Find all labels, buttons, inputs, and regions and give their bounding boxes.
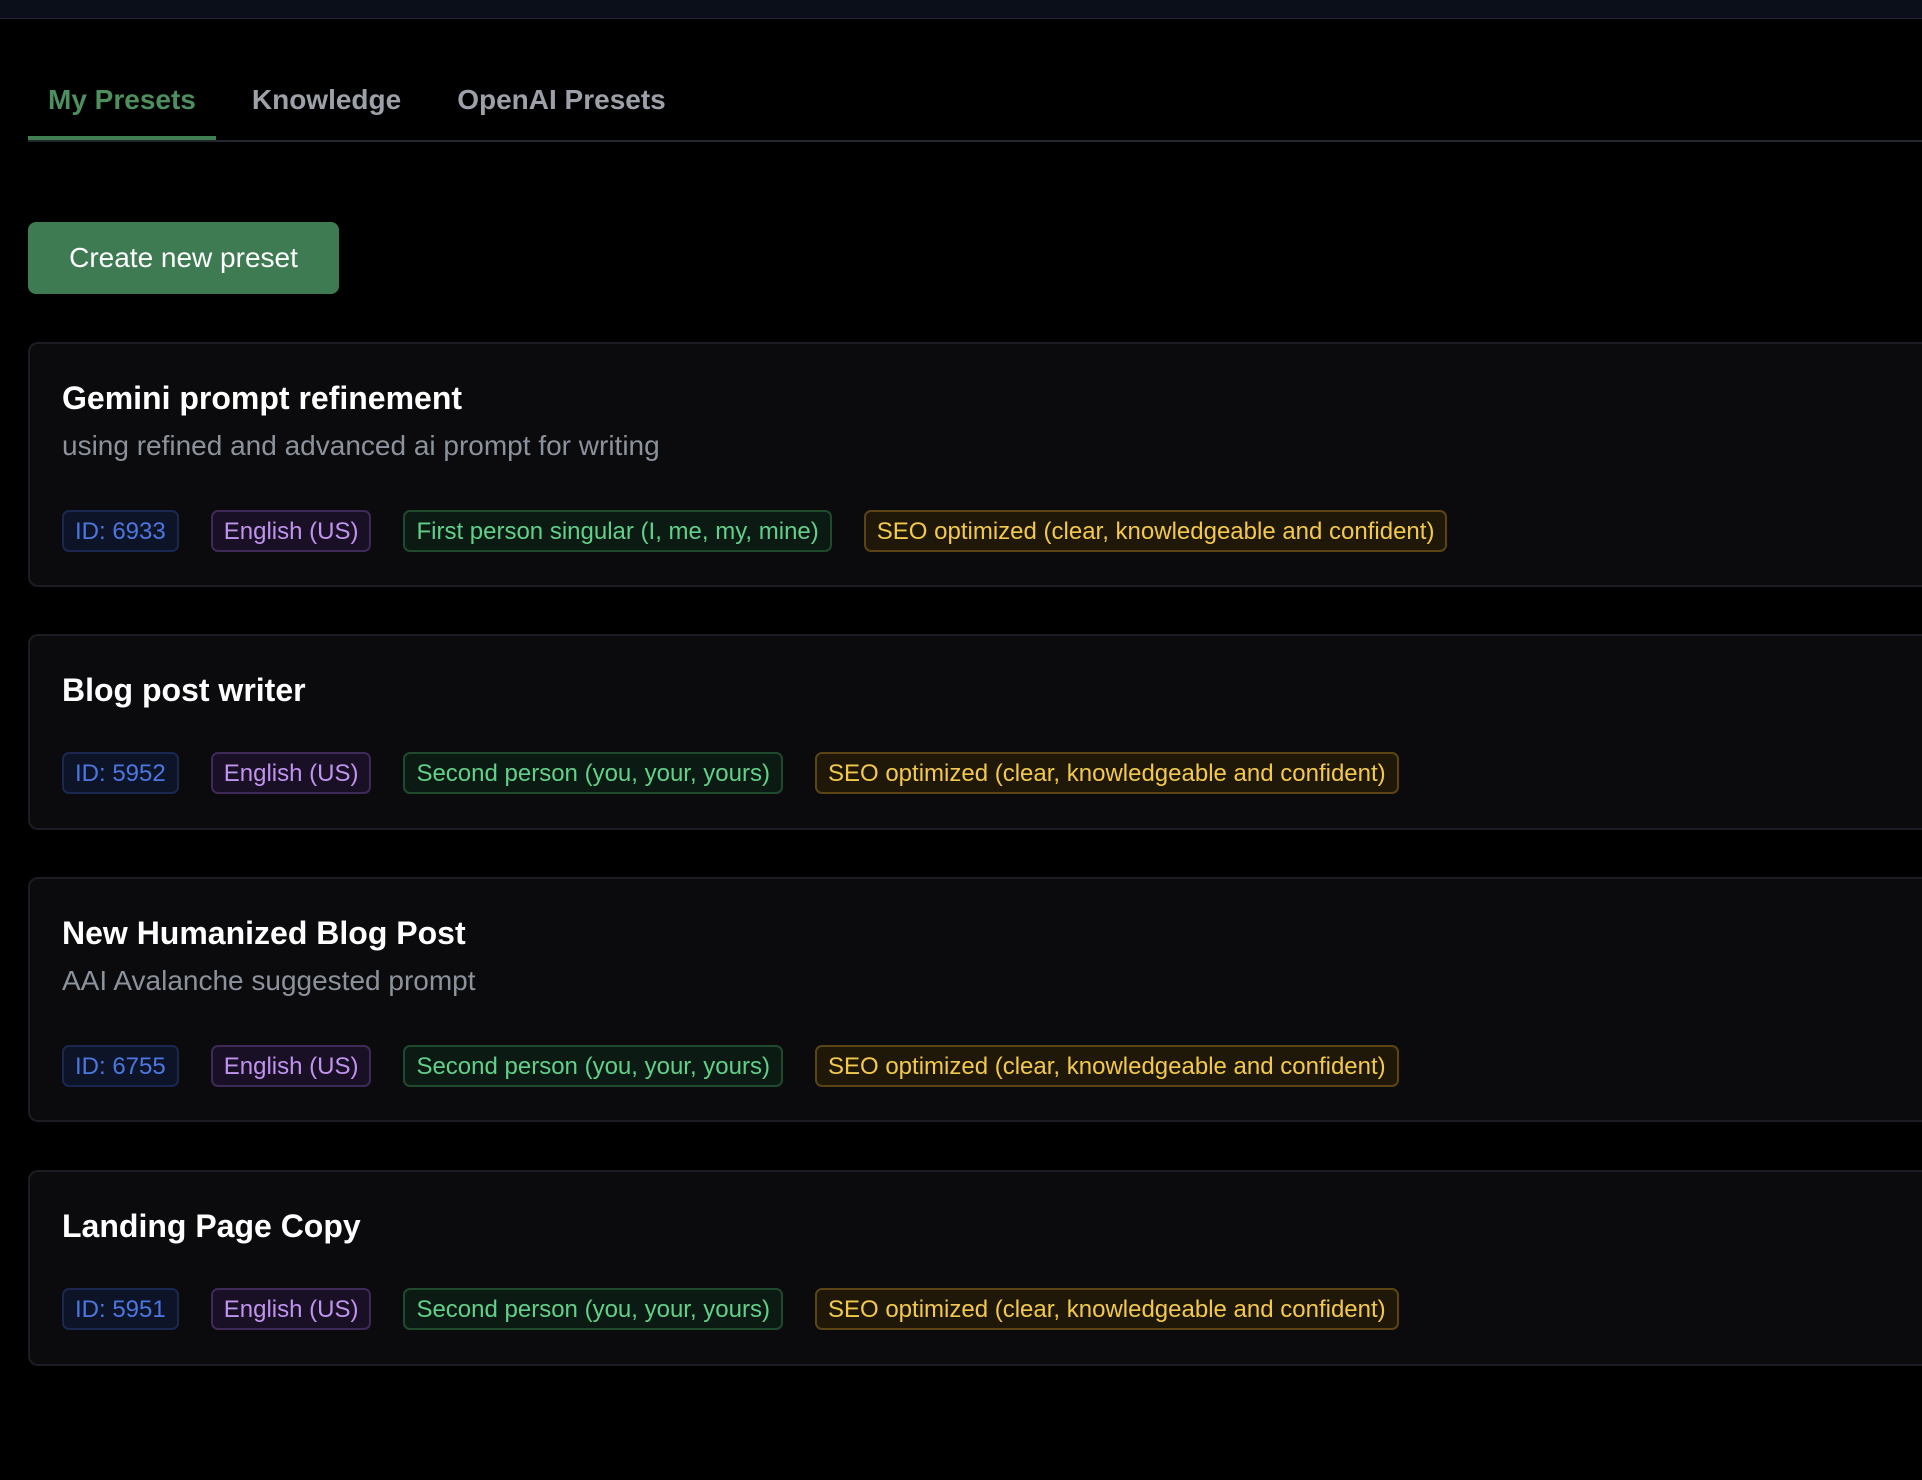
preset-card[interactable]: Landing Page Copy ID: 5951 English (US) …: [28, 1170, 1922, 1366]
preset-description: AAI Avalanche suggested prompt: [62, 965, 476, 996]
preset-card[interactable]: Gemini prompt refinement using refined a…: [28, 342, 1922, 587]
language-badge: English (US): [210, 752, 372, 794]
tone-badge: SEO optimized (clear, knowledgeable and …: [814, 752, 1399, 794]
point-of-view-badge: Second person (you, your, yours): [403, 1045, 783, 1087]
preset-card[interactable]: New Humanized Blog Post AAI Avalanche su…: [28, 877, 1922, 1122]
preset-id-badge: ID: 6755: [62, 1045, 179, 1087]
preset-description: using refined and advanced ai prompt for…: [62, 430, 660, 461]
preset-id-badge: ID: 5951: [62, 1288, 179, 1330]
top-bar: [0, 0, 1922, 19]
tone-badge: SEO optimized (clear, knowledgeable and …: [814, 1045, 1399, 1087]
tone-badge: SEO optimized (clear, knowledgeable and …: [814, 1288, 1399, 1330]
preset-tabs: My Presets Knowledge OpenAI Presets: [28, 70, 1922, 142]
language-badge: English (US): [210, 1045, 372, 1087]
language-badge: English (US): [210, 510, 372, 552]
preset-badges: ID: 5951 English (US) Second person (you…: [62, 1288, 1399, 1330]
tab-my-presets[interactable]: My Presets: [28, 70, 216, 140]
preset-badges: ID: 6933 English (US) First person singu…: [62, 510, 1448, 552]
tone-badge: SEO optimized (clear, knowledgeable and …: [863, 510, 1448, 552]
preset-badges: ID: 5952 English (US) Second person (you…: [62, 752, 1399, 794]
preset-title: Gemini prompt refinement: [62, 380, 463, 416]
create-new-preset-button[interactable]: Create new preset: [28, 222, 339, 294]
point-of-view-badge: Second person (you, your, yours): [403, 1288, 783, 1330]
tab-knowledge[interactable]: Knowledge: [232, 70, 421, 138]
preset-id-badge: ID: 5952: [62, 752, 179, 794]
tab-openai-presets[interactable]: OpenAI Presets: [437, 70, 686, 138]
point-of-view-badge: Second person (you, your, yours): [403, 752, 783, 794]
preset-id-badge: ID: 6933: [62, 510, 179, 552]
language-badge: English (US): [210, 1288, 372, 1330]
preset-title: Landing Page Copy: [62, 1208, 361, 1244]
preset-title: New Humanized Blog Post: [62, 915, 466, 951]
point-of-view-badge: First person singular (I, me, my, mine): [403, 510, 832, 552]
preset-card[interactable]: Blog post writer ID: 5952 English (US) S…: [28, 634, 1922, 830]
preset-title: Blog post writer: [62, 672, 306, 708]
preset-badges: ID: 6755 English (US) Second person (you…: [62, 1045, 1399, 1087]
